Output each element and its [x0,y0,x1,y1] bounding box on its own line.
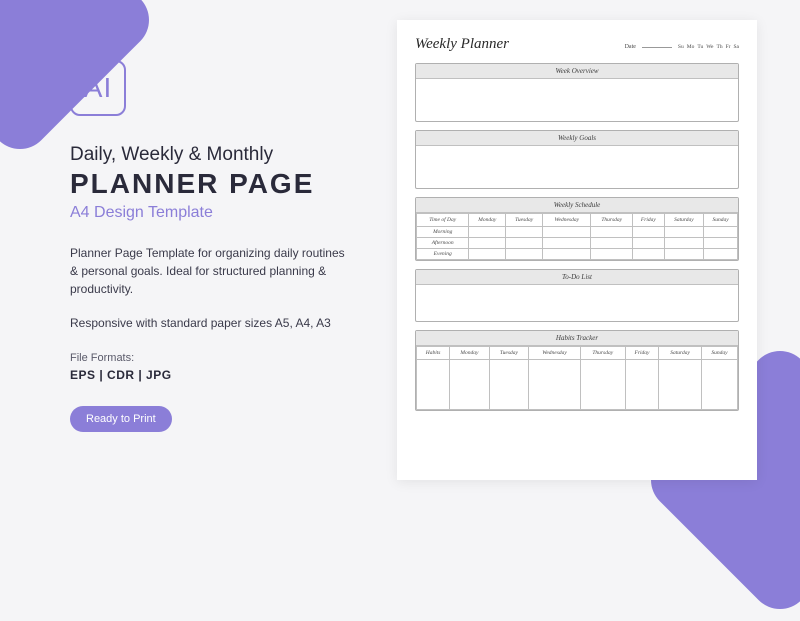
day-short: We [706,44,713,50]
schedule-day: Thursday [591,214,633,227]
schedule-time-label: Afternoon [417,238,469,249]
schedule-row: Morning [417,227,738,238]
habits-day: Friday [625,347,659,360]
habits-tracker-section: Habits Tracker Habits Monday Tuesday Wed… [415,330,739,411]
day-short: Fr [726,44,731,50]
day-short: Sa [734,44,740,50]
weekly-goals-header: Weekly Goals [416,131,738,146]
week-overview-header: Week Overview [416,64,738,79]
schedule-day: Friday [633,214,665,227]
planner-date-row: Date Su Mo Tu We Th Fr Sa [625,44,739,50]
responsive-text: Responsive with standard paper sizes A5,… [70,316,354,330]
preview-panel: Weekly Planner Date Su Mo Tu We Th Fr Sa [384,0,800,500]
file-formats-label: File Formats: [70,352,354,364]
day-short: Mo [687,44,695,50]
todo-section: To-Do List [415,269,739,322]
ai-logo-text: AI [84,72,112,104]
habits-day: Monday [450,347,490,360]
habits-header-row: Habits Monday Tuesday Wednesday Thursday… [417,347,738,360]
habits-day: Sunday [701,347,737,360]
todo-header: To-Do List [416,270,738,285]
ai-logo-badge: AI [70,60,126,116]
schedule-day: Monday [469,214,506,227]
heading-main: PLANNER PAGE [70,168,354,200]
habits-day: Thursday [580,347,625,360]
description-text: Planner Page Template for organizing dai… [70,244,354,298]
weekly-goals-section: Weekly Goals [415,130,739,189]
file-formats-list: EPS | CDR | JPG [70,368,354,382]
info-panel: AI Daily, Weekly & Monthly PLANNER PAGE … [0,0,384,500]
schedule-time-label: Morning [417,227,469,238]
date-underline [642,47,672,48]
heading-subtitle: A4 Design Template [70,204,354,222]
time-of-day-col: Time of Day [417,214,469,227]
schedule-day: Tuesday [506,214,543,227]
schedule-header-row: Time of Day Monday Tuesday Wednesday Thu… [417,214,738,227]
weekly-goals-body [416,146,738,188]
day-short: Tu [697,44,703,50]
week-overview-body [416,79,738,121]
days-short-row: Su Mo Tu We Th Fr Sa [678,44,739,50]
habits-day: Wednesday [529,347,581,360]
habits-day: Tuesday [489,347,529,360]
planner-header: Weekly Planner Date Su Mo Tu We Th Fr Sa [415,36,739,53]
day-short: Su [678,44,684,50]
weekly-schedule-header: Weekly Schedule [416,198,738,213]
habits-col: Habits [417,347,450,360]
weekly-schedule-section: Weekly Schedule Time of Day Monday Tuesd… [415,197,739,261]
todo-body [416,285,738,321]
habits-table: Habits Monday Tuesday Wednesday Thursday… [416,346,738,410]
schedule-row: Evening [417,249,738,260]
planner-title: Weekly Planner [415,36,509,53]
date-label: Date [625,44,636,50]
schedule-table: Time of Day Monday Tuesday Wednesday Thu… [416,213,738,260]
ready-to-print-badge: Ready to Print [70,406,172,432]
schedule-time-label: Evening [417,249,469,260]
day-short: Th [716,44,722,50]
planner-page-preview: Weekly Planner Date Su Mo Tu We Th Fr Sa [397,20,757,480]
schedule-day: Sunday [704,214,738,227]
heading-pretitle: Daily, Weekly & Monthly [70,144,354,166]
week-overview-section: Week Overview [415,63,739,122]
main-container: AI Daily, Weekly & Monthly PLANNER PAGE … [0,0,800,500]
schedule-row: Afternoon [417,238,738,249]
habits-tracker-header: Habits Tracker [416,331,738,346]
habits-body-row [417,360,738,410]
schedule-day: Wednesday [543,214,591,227]
habits-day: Saturday [659,347,702,360]
schedule-day: Saturday [664,214,704,227]
